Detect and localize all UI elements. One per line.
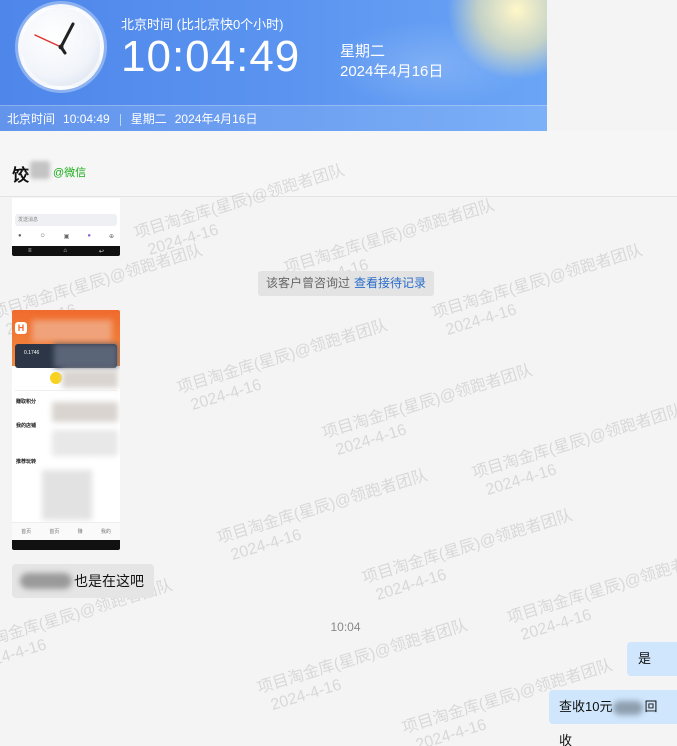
clock-title: 北京时间 (比北京快0个小时) bbox=[121, 17, 284, 32]
incoming-message-bubble[interactable]: 也是在这吧 bbox=[12, 564, 154, 598]
redacted-text-blur bbox=[613, 700, 644, 715]
clock-info-strip: 北京时间 10:04:49 星期二 2024年4月16日 bbox=[0, 105, 547, 131]
clock-date: 2024年4月16日 bbox=[340, 63, 444, 80]
app-logo-icon: H bbox=[15, 322, 27, 334]
thumb-section-label: 赚取积分 bbox=[16, 399, 37, 405]
thumb-balance-value: 0.1746 bbox=[24, 350, 40, 356]
thumb-section-label: 我的店铺 bbox=[16, 423, 37, 429]
blurred-area bbox=[62, 370, 118, 388]
chat-header: 饺 @微信 bbox=[0, 131, 677, 197]
image-message-phone-screenshot[interactable]: H 0.1746 赚取积分 我的店铺 推荐玩转 首页 首页赚我的 bbox=[12, 310, 120, 550]
redacted-name-blur bbox=[30, 161, 50, 179]
watermark: 项目淘金库(星辰)@领跑者团队2024-4-16 bbox=[470, 401, 677, 500]
strip-label: 北京时间 bbox=[7, 112, 56, 126]
strip-weekday: 星期二 bbox=[130, 112, 167, 126]
image-message-thumbnail[interactable]: 发送消息 ● ☺ ▣ ● ⊕ ≡ ⌂ ↩ bbox=[12, 198, 120, 256]
watermark: 项目淘金库(星辰)@领跑者团队2024-4-16 bbox=[360, 506, 575, 605]
redacted-text-blur bbox=[20, 573, 72, 589]
thumb-input-field: 发送消息 bbox=[15, 214, 117, 226]
blurred-area bbox=[42, 470, 92, 520]
outgoing-message-bubble[interactable]: 是 bbox=[627, 642, 677, 676]
strip-time: 10:04:49 bbox=[63, 112, 110, 126]
watermark: 项目淘金库(星辰)@领跑者团队2024-4-16 bbox=[215, 466, 430, 565]
app-root: 北京时间 (比北京快0个小时) 10:04:49 星期二 2024年4月16日 … bbox=[0, 0, 677, 746]
view-reception-record-link[interactable]: 查看接待记录 bbox=[354, 276, 426, 290]
customer-history-notice: 该客户曾咨询过 查看接待记录 bbox=[258, 271, 435, 296]
clock-banner: 北京时间 (比北京快0个小时) 10:04:49 星期二 2024年4月16日 … bbox=[0, 0, 547, 131]
message-text-prefix: 查收10元 bbox=[559, 699, 613, 714]
message-text: 也是在这吧 bbox=[74, 573, 144, 589]
message-text: 是 bbox=[638, 651, 652, 666]
clock-weekday: 星期二 bbox=[340, 43, 386, 60]
thumb-divider bbox=[15, 390, 117, 391]
strip-divider bbox=[119, 113, 121, 126]
blurred-area bbox=[52, 430, 118, 456]
blurred-area bbox=[32, 320, 112, 342]
watermark: 项目淘金库(星辰)@领跑者团队2024-4-16 bbox=[430, 241, 645, 340]
contact-source-label: @微信 bbox=[53, 167, 87, 179]
blurred-area bbox=[52, 402, 118, 422]
strip-date: 2024年4月16日 bbox=[174, 112, 258, 126]
clock-time: 10:04:49 bbox=[121, 32, 301, 81]
watermark: 项目淘金库(星辰)@领跑者团队2024-4-16 bbox=[320, 361, 535, 460]
watermark: 项目淘金库(星辰)@领跑者团队2024-4-16 bbox=[175, 316, 390, 415]
thumb-coin-icon bbox=[50, 372, 62, 384]
outgoing-message-bubble[interactable]: 查收10元 回收 bbox=[549, 690, 677, 746]
contact-name[interactable]: 饺 bbox=[12, 161, 29, 186]
blurred-area bbox=[54, 344, 118, 368]
thumb-android-navbar bbox=[12, 540, 120, 550]
thumb-toolbar: ● ☺ ▣ ● ⊕ bbox=[18, 233, 114, 240]
thumb-section-label: 推荐玩转 bbox=[16, 459, 37, 465]
analog-clock-icon bbox=[18, 4, 104, 90]
thumb-tabbar: 首页 首页赚我的 bbox=[12, 522, 120, 540]
thumb-android-navbar: ≡ ⌂ ↩ bbox=[12, 246, 120, 256]
notice-text: 该客户曾咨询过 bbox=[266, 276, 351, 290]
message-timestamp: 10:04 bbox=[330, 620, 361, 634]
